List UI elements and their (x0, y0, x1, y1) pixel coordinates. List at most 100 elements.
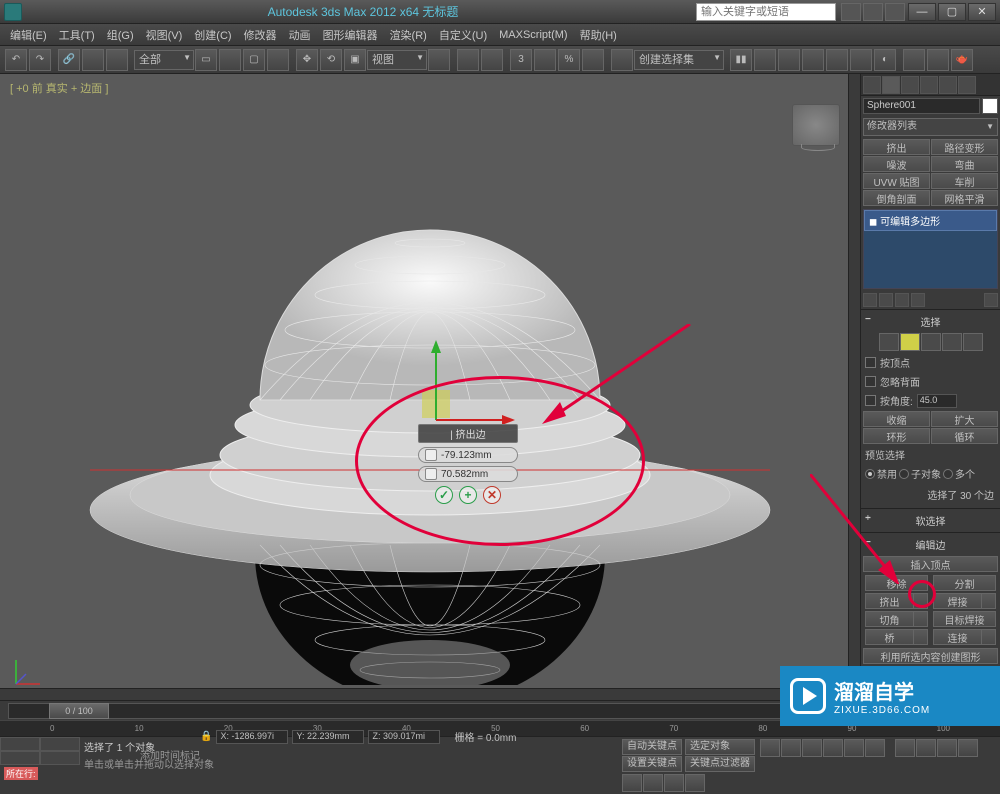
view-cube[interactable] (792, 104, 840, 146)
unlink-icon[interactable] (82, 49, 104, 71)
render-setup-icon[interactable] (903, 49, 925, 71)
schematic-view-icon[interactable] (850, 49, 872, 71)
weld-settings-button[interactable] (982, 593, 996, 609)
create-shape-button[interactable]: 利用所选内容创建图形 (863, 648, 998, 664)
selection-header[interactable]: 选择 (861, 312, 1000, 331)
subobj-edge-icon[interactable] (900, 333, 920, 351)
auto-key-button[interactable]: 自动关键点 (622, 739, 682, 755)
chamfer-button[interactable]: 切角 (865, 611, 914, 627)
menu-customize[interactable]: 自定义(U) (433, 25, 493, 45)
show-end-result-icon[interactable] (879, 293, 893, 307)
caddy-height-field[interactable]: -79.123mm (418, 447, 518, 463)
curve-editor-icon[interactable] (826, 49, 848, 71)
zoom-icon[interactable] (937, 739, 957, 757)
menu-rendering[interactable]: 渲染(R) (384, 25, 433, 45)
render-icon[interactable]: 🫖 (951, 49, 973, 71)
menu-create[interactable]: 创建(C) (188, 25, 237, 45)
bridge-settings-button[interactable] (914, 629, 928, 645)
y-coord[interactable]: Y: 22.239mm (292, 730, 364, 744)
goto-start-icon[interactable] (760, 739, 780, 757)
menu-group[interactable]: 组(G) (101, 25, 140, 45)
undo-icon[interactable]: ↶ (5, 49, 27, 71)
preview-off-radio[interactable] (865, 469, 875, 479)
mod-bend[interactable]: 弯曲 (931, 156, 998, 172)
redo-icon[interactable]: ↷ (29, 49, 51, 71)
spinner-snap-icon[interactable] (582, 49, 604, 71)
loop-button[interactable]: 循环 (931, 428, 998, 444)
caddy-cancel-button[interactable]: ✕ (483, 486, 501, 504)
select-rotate-icon[interactable]: ⟲ (320, 49, 342, 71)
extrude-settings-button[interactable] (914, 593, 928, 609)
subobj-element-icon[interactable] (963, 333, 983, 351)
time-config-icon[interactable] (865, 739, 885, 757)
viewport-scrollbar-h[interactable] (0, 688, 860, 700)
extrude-button[interactable]: 挤出 (865, 593, 914, 609)
key-filters-button[interactable]: 关键点过滤器 (685, 756, 755, 772)
mod-path-deform[interactable]: 路径变形 (931, 139, 998, 155)
preview-sub-radio[interactable] (899, 469, 909, 479)
weld-button[interactable]: 焊接 (933, 593, 982, 609)
mirror-icon[interactable]: ▮▮ (730, 49, 752, 71)
percent-snap-icon[interactable]: % (558, 49, 580, 71)
next-frame-icon[interactable] (823, 739, 843, 757)
make-unique-icon[interactable] (895, 293, 909, 307)
max-toggle-icon[interactable] (685, 774, 705, 792)
material-editor-icon[interactable]: ◐ (874, 49, 896, 71)
menu-tools[interactable]: 工具(T) (53, 25, 101, 45)
preview-multi-radio[interactable] (943, 469, 953, 479)
maximize-button[interactable]: ▢ (938, 3, 966, 21)
stack-editable-poly[interactable]: 可编辑多边形 (864, 210, 997, 231)
mod-uvw[interactable]: UVW 贴图 (863, 173, 930, 189)
utilities-tab-icon[interactable] (958, 76, 976, 94)
soft-sel-header[interactable]: +软选择 (861, 511, 1000, 530)
motion-tab-icon[interactable] (920, 76, 938, 94)
help-search-input[interactable] (696, 3, 836, 21)
object-color-swatch[interactable] (982, 98, 998, 114)
caddy-apply-button[interactable]: + (459, 486, 477, 504)
pivot-center-icon[interactable] (428, 49, 450, 71)
menu-animation[interactable]: 动画 (283, 25, 317, 45)
connect-settings-button[interactable] (982, 629, 996, 645)
snap-toggle-icon[interactable]: 3 (510, 49, 532, 71)
search-help-icon[interactable] (841, 3, 861, 21)
caddy-ok-button[interactable]: ✓ (435, 486, 453, 504)
remove-mod-icon[interactable] (911, 293, 925, 307)
menu-edit[interactable]: 编辑(E) (4, 25, 53, 45)
caddy-title[interactable]: | 挤出边 (418, 424, 518, 443)
graphite-icon[interactable] (802, 49, 824, 71)
set-key-button[interactable]: 设置关键点 (622, 756, 682, 772)
manipulate-icon[interactable] (457, 49, 479, 71)
window-crossing-icon[interactable] (267, 49, 289, 71)
viewport[interactable]: [ +0 前 真实 + 边面 ] (0, 74, 860, 700)
edit-edges-header[interactable]: 编辑边 (861, 535, 1000, 554)
menu-modifiers[interactable]: 修改器 (238, 25, 283, 45)
ignore-backfacing-check[interactable] (865, 376, 876, 387)
track-cell-3[interactable] (0, 751, 40, 765)
pin-stack-icon[interactable] (863, 293, 877, 307)
named-sel-dropdown[interactable]: 创建选择集 (634, 50, 724, 70)
mod-bevel-profile[interactable]: 倒角剖面 (863, 190, 930, 206)
grow-button[interactable]: 扩大 (931, 411, 998, 427)
track-cell-2[interactable] (40, 737, 80, 751)
selection-filter-dropdown[interactable]: 全部 (134, 50, 194, 70)
angle-snap-icon[interactable] (534, 49, 556, 71)
pan-view-icon[interactable] (895, 739, 915, 757)
menu-maxscript[interactable]: MAXScript(M) (493, 27, 573, 43)
track-cell-1[interactable] (0, 737, 40, 751)
create-tab-icon[interactable] (863, 76, 881, 94)
play-icon[interactable] (802, 739, 822, 757)
lock-selection-icon[interactable]: 🔒 (200, 731, 212, 742)
add-time-tag[interactable]: 添加时间标记 (140, 747, 200, 762)
modifier-list-dropdown[interactable]: 修改器列表 (863, 118, 998, 136)
z-coord[interactable]: Z: 309.017mi (368, 730, 440, 744)
favorites-icon[interactable] (885, 3, 905, 21)
mod-meshsmooth[interactable]: 网格平滑 (931, 190, 998, 206)
comm-center-icon[interactable] (863, 3, 883, 21)
menu-graph-editors[interactable]: 图形编辑器 (317, 25, 384, 45)
edit-named-sel-icon[interactable] (611, 49, 633, 71)
shrink-button[interactable]: 收缩 (863, 411, 930, 427)
by-angle-check[interactable] (865, 395, 876, 406)
select-scale-icon[interactable]: ▣ (344, 49, 366, 71)
insert-vertex-button[interactable]: 插入顶点 (863, 556, 998, 572)
mod-lathe[interactable]: 车削 (931, 173, 998, 189)
